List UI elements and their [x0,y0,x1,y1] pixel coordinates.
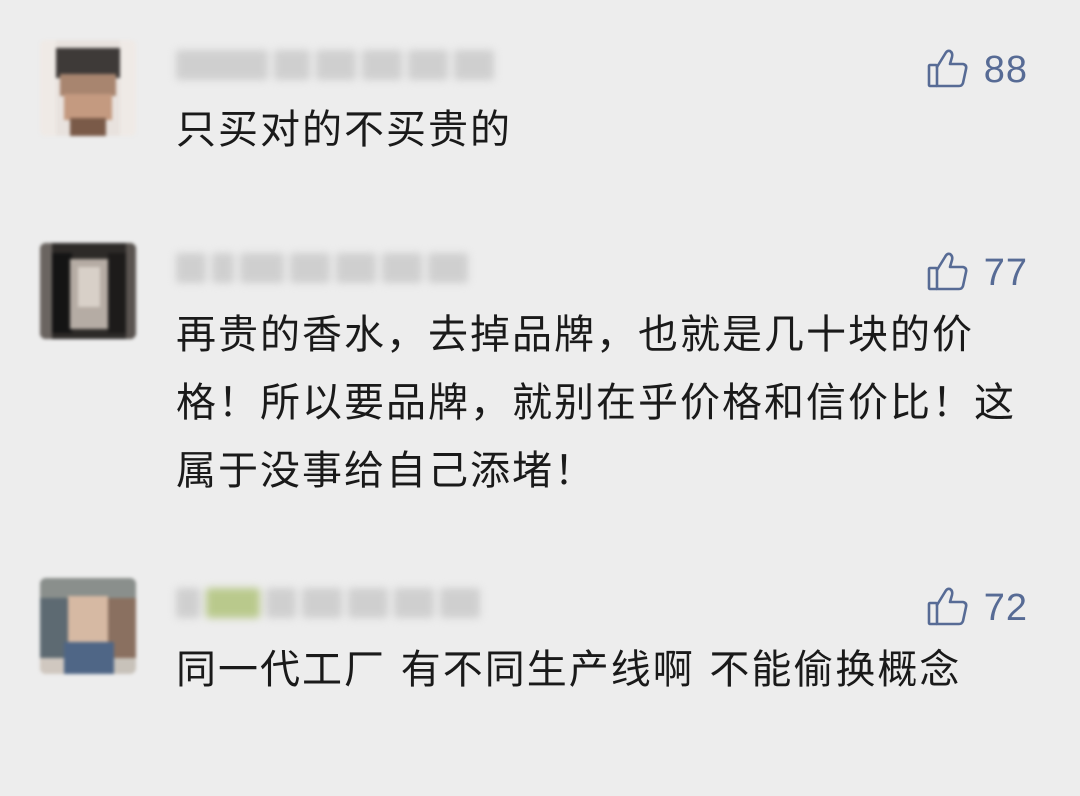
comment-text: 只买对的不买贵的 [176,107,512,153]
like-button[interactable]: 72 [926,584,1028,632]
avatar[interactable] [40,578,136,674]
like-button[interactable]: 77 [926,249,1028,297]
like-button[interactable]: 88 [926,46,1028,94]
comment-item: 88 只买对的不买贵的 [0,40,1080,160]
avatar[interactable] [40,243,136,339]
comment-text: 同一代工厂 有不同生产线啊 不能偷换概念 [176,647,962,693]
commenter-name [176,249,468,287]
like-count: 72 [983,586,1028,629]
comment-item: 77 再贵的香水，去掉品牌，也就是几十块的价格！所以要品牌，就别在乎价格和信价比… [0,243,1080,503]
commenter-name [176,46,494,84]
thumbs-up-icon [926,584,970,632]
avatar[interactable] [40,40,136,136]
thumbs-up-icon [926,249,970,297]
thumbs-up-icon [926,46,970,94]
commenter-name [176,584,480,622]
like-count: 77 [983,251,1028,294]
comment-item: 72 同一代工厂 有不同生产线啊 不能偷换概念 [0,578,1080,768]
comment-text: 再贵的香水，去掉品牌，也就是几十块的价格！所以要品牌，就别在乎价格和信价比！这属… [176,312,1016,494]
like-count: 88 [983,48,1028,91]
